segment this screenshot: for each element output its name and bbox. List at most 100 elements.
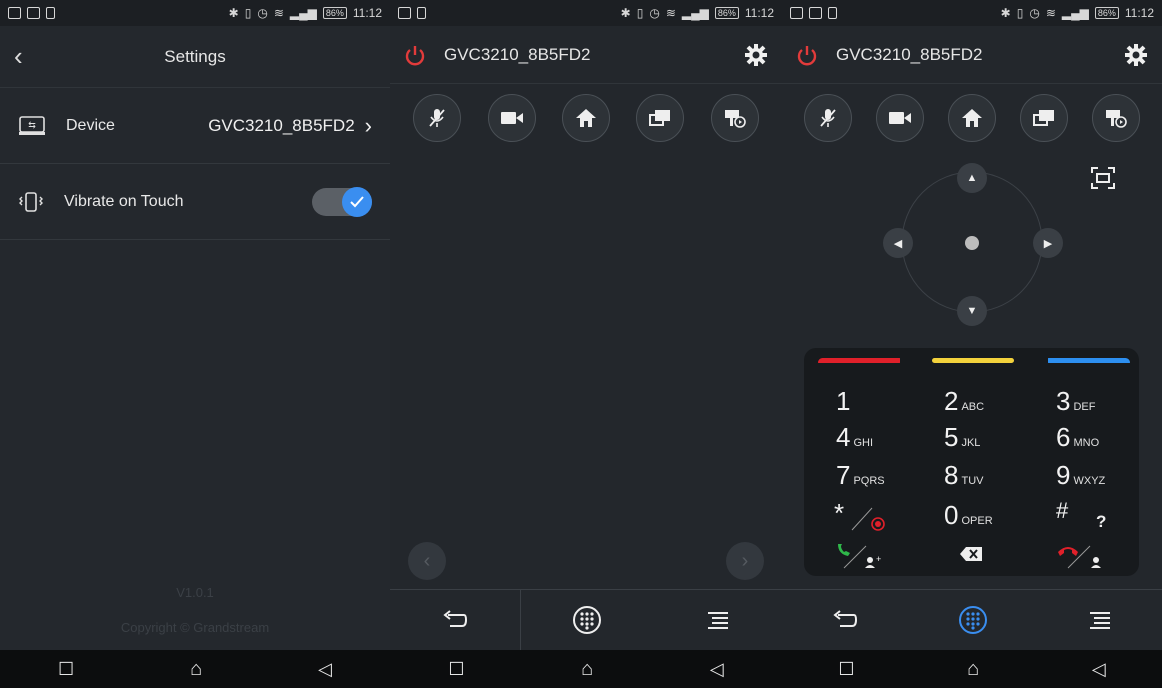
key-1[interactable]: 1 [836, 386, 946, 424]
mute-mic-icon [429, 109, 445, 127]
key-8[interactable]: 8 TUV [944, 460, 1054, 498]
dpad: ▲ ▼ ◀ ▶ [877, 160, 1067, 330]
remote-header: GVC3210_8B5FD2 [782, 26, 1162, 84]
remote-screen: ✱ ▯ ◷ ≋ ▂▄▆ 86% 11:12 GVC3210_8B5FD2 ‹ ›… [390, 0, 782, 688]
vibrate-icon: ▯ [244, 6, 252, 20]
arrow-down-icon: ▼ [966, 305, 978, 317]
presentation-icon [1033, 110, 1054, 126]
menu-icon[interactable] [706, 611, 730, 629]
camera-button[interactable] [487, 94, 536, 142]
key-2[interactable]: 2 ABC [944, 386, 1054, 424]
video-record-button[interactable] [1092, 94, 1140, 142]
key-6[interactable]: 6 MNO [1056, 422, 1162, 460]
gear-icon[interactable] [1124, 43, 1148, 67]
android-nav-bar: ☐ ⌂ ◁ [782, 650, 1162, 688]
sim-icon [828, 7, 837, 19]
back-button[interactable]: ‹ [14, 41, 44, 72]
dpad-up-button[interactable]: ▲ [957, 163, 987, 193]
page-title: Settings [164, 46, 226, 66]
arrow-left-icon: ◀ [893, 237, 903, 250]
vibrate-toggle[interactable] [312, 186, 372, 217]
camera-button[interactable] [876, 94, 924, 142]
home-ui-button[interactable] [561, 94, 610, 142]
alarm-icon: ◷ [257, 6, 268, 20]
vibrate-label: Vibrate on Touch [64, 192, 184, 210]
signal-icon: ▂▄▆ [681, 6, 709, 20]
bluetooth-icon: ✱ [1000, 6, 1011, 20]
device-icon: ⇆ [19, 115, 45, 135]
call-add-icon: + [838, 544, 881, 569]
checkmark-icon [342, 186, 372, 217]
message-icon [398, 7, 411, 19]
home-icon [575, 109, 596, 127]
key-star[interactable]: * [834, 498, 944, 536]
red-softkey[interactable] [818, 358, 900, 363]
back-nav-button[interactable]: ◁ [318, 659, 332, 680]
arrow-up-icon: ▲ [966, 172, 978, 184]
dialpad-icon[interactable] [572, 605, 602, 635]
home-ui-button[interactable] [948, 94, 996, 142]
key-3[interactable]: 3 DEF [1056, 386, 1162, 424]
recents-button[interactable]: ☐ [448, 659, 464, 680]
vibrate-icon: ▯ [1016, 6, 1024, 20]
presentation-button[interactable] [1020, 94, 1068, 142]
blue-softkey[interactable] [1048, 358, 1130, 363]
clock: 11:12 [1124, 6, 1154, 20]
key-hash[interactable]: # ? [1056, 498, 1162, 536]
dialpad: 1 2 ABC 3 DEF 4 GHI 5 JKL 6 MNO 7 PQRS 8 TUV 9W… [804, 348, 1139, 576]
key-9[interactable]: 9 WXYZ [1056, 460, 1162, 498]
clock: 11:12 [744, 6, 774, 20]
signal-icon: ▂▄▆ [1061, 6, 1089, 20]
dialpad-icon-active[interactable] [958, 605, 988, 635]
mute-mic-button[interactable] [804, 94, 852, 142]
yellow-softkey[interactable] [932, 358, 1014, 363]
key-0[interactable]: 0 OPER [944, 500, 1054, 538]
settings-screen: ✱ ▯ ◷ ≋ ▂▄▆ 86% 11:12 ‹ Settings ⇆ Devic… [0, 0, 390, 688]
recents-button[interactable]: ☐ [838, 659, 854, 680]
key-5[interactable]: 5 JKL [944, 422, 1054, 460]
home-button[interactable]: ⌂ [581, 658, 593, 681]
gear-icon[interactable] [744, 43, 768, 67]
fullscreen-button[interactable] [1090, 166, 1116, 195]
bottom-toolbar [390, 589, 782, 650]
mute-mic-icon [820, 109, 836, 127]
dpad-down-button[interactable]: ▼ [957, 296, 987, 326]
device-name: GVC3210_8B5FD2 [836, 44, 983, 64]
backspace-icon [960, 547, 982, 561]
next-page-button[interactable]: › [726, 542, 764, 580]
fullscreen-icon [1091, 167, 1115, 189]
dpad-left-button[interactable]: ◀ [883, 228, 913, 258]
power-icon[interactable] [404, 44, 426, 66]
key-4[interactable]: 4 GHI [836, 422, 946, 460]
dpad-right-button[interactable]: ▶ [1033, 228, 1063, 258]
wifi-icon: ≋ [273, 6, 284, 20]
return-icon[interactable] [832, 610, 858, 630]
recents-button[interactable]: ☐ [58, 659, 74, 680]
key-7[interactable]: 7 PQRS [836, 460, 946, 498]
hangup-icon [1058, 545, 1101, 569]
home-button[interactable]: ⌂ [967, 658, 979, 681]
presentation-button[interactable] [636, 94, 685, 142]
previous-page-button[interactable]: ‹ [408, 542, 446, 580]
device-row[interactable]: ⇆ Device GVC3210_8B5FD2 › [0, 88, 390, 164]
wifi-icon: ≋ [1045, 6, 1056, 20]
return-icon[interactable] [442, 610, 468, 630]
menu-icon[interactable] [1088, 611, 1112, 629]
record-slash-icon [851, 507, 885, 531]
back-nav-button[interactable]: ◁ [1092, 659, 1106, 680]
video-record-button[interactable] [710, 94, 759, 142]
control-toolbar [390, 84, 782, 142]
version-text: V1.0.1 [176, 585, 214, 600]
home-button[interactable]: ⌂ [190, 658, 202, 681]
camera-icon [500, 112, 523, 124]
power-icon[interactable] [796, 44, 818, 66]
hangup-button[interactable] [1056, 540, 1110, 575]
chevron-right-icon: › [364, 112, 372, 138]
call-add-button[interactable]: + [834, 540, 888, 575]
toolbar-divider [520, 590, 521, 650]
back-nav-button[interactable]: ◁ [710, 659, 724, 680]
copyright-text: Copyright © Grandstream [120, 620, 270, 635]
delete-button[interactable] [959, 546, 983, 567]
dpad-ok-button[interactable] [957, 228, 987, 258]
mute-mic-button[interactable] [413, 94, 462, 142]
